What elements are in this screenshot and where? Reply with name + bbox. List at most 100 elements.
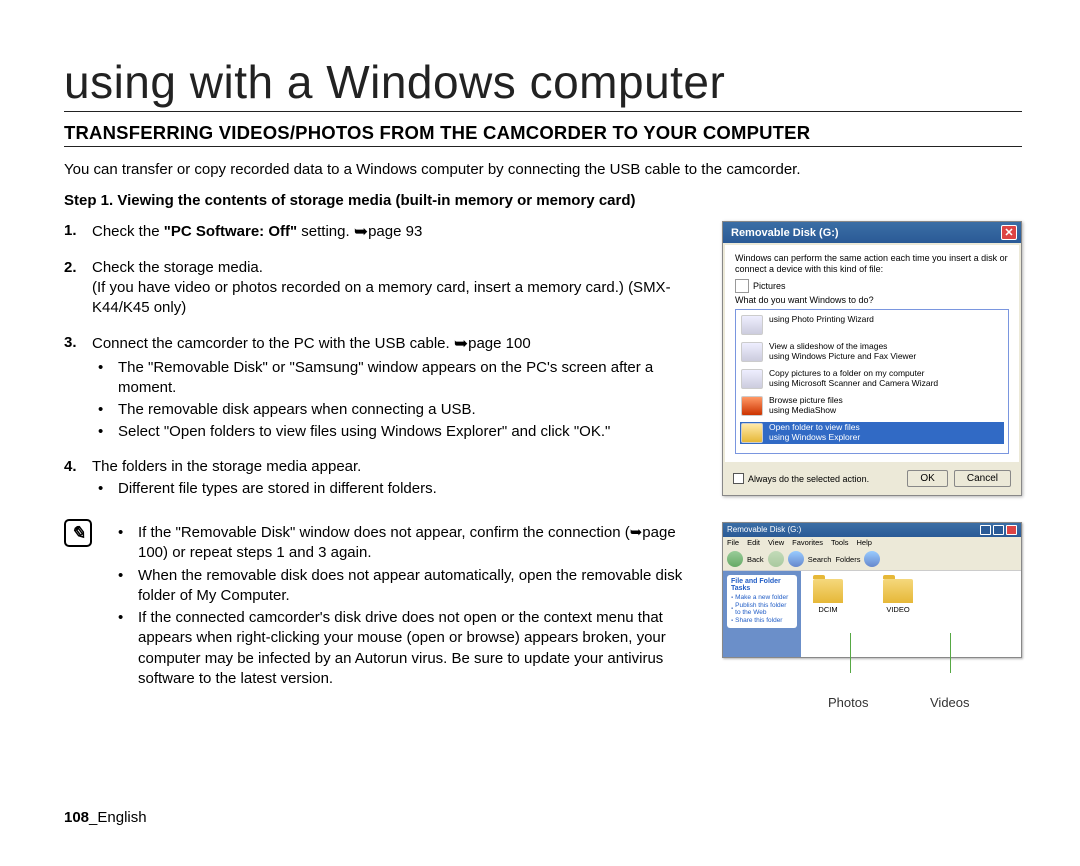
option-item[interactable]: Copy pictures to a folder on my computer… [740, 368, 1004, 390]
search-label[interactable]: Search [808, 555, 832, 564]
page-language: _English [89, 809, 147, 826]
menu-item[interactable]: File [727, 538, 739, 547]
option-item[interactable]: View a slideshow of the imagesusing Wind… [740, 341, 1004, 363]
cancel-button[interactable]: Cancel [954, 470, 1011, 487]
pictures-header: Pictures [735, 279, 1009, 293]
callout-label: Videos [930, 695, 970, 710]
minimize-icon[interactable] [980, 525, 991, 535]
list-item: Different file types are stored in diffe… [92, 479, 702, 499]
menu-item[interactable]: Help [857, 538, 872, 547]
step-title: Step 1. Viewing the contents of storage … [64, 192, 1022, 209]
menu-item[interactable]: Favorites [792, 538, 823, 547]
list-item: Select "Open folders to view files using… [92, 422, 702, 442]
list-item: If the connected camcorder's disk drive … [112, 608, 702, 689]
menu-item[interactable]: View [768, 538, 784, 547]
dialog-prompt: What do you want Windows to do? [735, 295, 1009, 306]
option-item[interactable]: Browse picture filesusing MediaShow [740, 395, 1004, 417]
folder-label: VIDEO [886, 605, 909, 614]
pictures-icon [735, 279, 749, 293]
pictures-label: Pictures [753, 281, 786, 291]
dialog-titlebar[interactable]: Removable Disk (G:) ✕ [723, 222, 1021, 243]
window-controls[interactable] [980, 525, 1017, 535]
tasks-panel: File and Folder Tasks Make a new folder … [727, 575, 797, 628]
option-item[interactable]: using Photo Printing Wizard [740, 314, 1004, 336]
printer-icon [741, 315, 763, 335]
menu-item[interactable]: Edit [747, 538, 760, 547]
slideshow-icon [741, 342, 763, 362]
step-text: The folders in the storage media appear. [92, 458, 361, 475]
folder-item[interactable]: VIDEO [883, 579, 913, 649]
bold-text: "PC Software: Off" [164, 223, 297, 240]
menubar[interactable]: File Edit View Favorites Tools Help [723, 537, 1021, 548]
list-item: When the removable disk does not appear … [112, 566, 702, 607]
maximize-icon[interactable] [993, 525, 1004, 535]
dialog-title-text: Removable Disk (G:) [731, 227, 839, 239]
checkbox-icon[interactable] [733, 473, 744, 484]
step-subtext: (If you have video or photos recorded on… [92, 279, 671, 316]
list-item: The removable disk appears when connecti… [92, 400, 702, 420]
step-number: 3. [64, 333, 92, 443]
page-footer: 108_English [64, 809, 147, 826]
explorer-sidebar: File and Folder Tasks Make a new folder … [723, 571, 801, 657]
camera-icon [741, 369, 763, 389]
forward-icon[interactable] [768, 551, 784, 567]
page-ref-icon: ➥ [354, 222, 368, 241]
explorer-titlebar[interactable]: Removable Disk (G:) [723, 523, 1021, 537]
folder-label: DCIM [818, 605, 837, 614]
list-item: If the "Removable Disk" window does not … [112, 523, 702, 564]
step-text: Check the [92, 223, 164, 240]
step-1: 1. Check the "PC Software: Off" setting.… [64, 221, 702, 244]
figures-column: Removable Disk (G:) ✕ Windows can perfor… [722, 221, 1022, 689]
up-icon[interactable] [788, 551, 804, 567]
step-number: 4. [64, 457, 92, 500]
always-checkbox-row[interactable]: Always do the selected action. [733, 473, 869, 484]
explorer-title-text: Removable Disk (G:) [727, 525, 801, 535]
ok-button[interactable]: OK [907, 470, 947, 487]
mediashow-icon [741, 396, 763, 416]
page-ref: page 100 [468, 335, 531, 352]
folder-icon [813, 579, 843, 603]
section-heading: TRANSFERRING VIDEOS/PHOTOS FROM THE CAMC… [64, 122, 1022, 147]
note-block: ✎ If the "Removable Disk" window does no… [64, 519, 702, 689]
folder-icon [883, 579, 913, 603]
step-3: 3. Connect the camcorder to the PC with … [64, 333, 702, 443]
option-item-selected[interactable]: Open folder to view filesusing Windows E… [740, 422, 1004, 444]
callout-line [850, 633, 851, 673]
views-icon[interactable] [864, 551, 880, 567]
step-text: Connect the camcorder to the PC with the… [92, 335, 454, 352]
callout-label: Photos [828, 695, 868, 710]
intro-text: You can transfer or copy recorded data t… [64, 161, 1022, 178]
step-number: 2. [64, 258, 92, 319]
back-label: Back [747, 555, 764, 564]
toolbar[interactable]: Back Search Folders [723, 548, 1021, 571]
autoplay-dialog: Removable Disk (G:) ✕ Windows can perfor… [722, 221, 1022, 496]
page-number: 108 [64, 809, 89, 826]
options-listbox[interactable]: using Photo Printing Wizard View a slide… [735, 309, 1009, 454]
step-text: Check the storage media. [92, 259, 263, 276]
panel-title: File and Folder Tasks [731, 578, 793, 592]
step-2: 2. Check the storage media. (If you have… [64, 258, 702, 319]
step-4: 4. The folders in the storage media appe… [64, 457, 702, 500]
task-link[interactable]: Make a new folder [731, 594, 793, 601]
folder-item[interactable]: DCIM [813, 579, 843, 649]
explorer-window: Removable Disk (G:) File Edit View Favor… [722, 522, 1022, 658]
list-item: The "Removable Disk" or "Samsung" window… [92, 358, 702, 399]
page-ref: page 93 [368, 223, 422, 240]
menu-item[interactable]: Tools [831, 538, 849, 547]
task-link[interactable]: Share this folder [731, 617, 793, 624]
close-icon[interactable] [1006, 525, 1017, 535]
back-icon[interactable] [727, 551, 743, 567]
step-text: setting. [297, 223, 354, 240]
always-label: Always do the selected action. [748, 474, 869, 484]
explorer-content[interactable]: DCIM VIDEO [801, 571, 1021, 657]
instructions-column: 1. Check the "PC Software: Off" setting.… [64, 221, 702, 689]
folders-label[interactable]: Folders [835, 555, 860, 564]
dialog-message: Windows can perform the same action each… [735, 253, 1009, 275]
task-link[interactable]: Publish this folder to the Web [731, 602, 793, 616]
step-number: 1. [64, 221, 92, 244]
close-icon[interactable]: ✕ [1001, 225, 1017, 240]
folder-open-icon [741, 423, 763, 443]
page-ref-icon: ➥ [454, 334, 468, 353]
page-title: using with a Windows computer [64, 55, 1022, 112]
note-icon: ✎ [64, 519, 92, 547]
